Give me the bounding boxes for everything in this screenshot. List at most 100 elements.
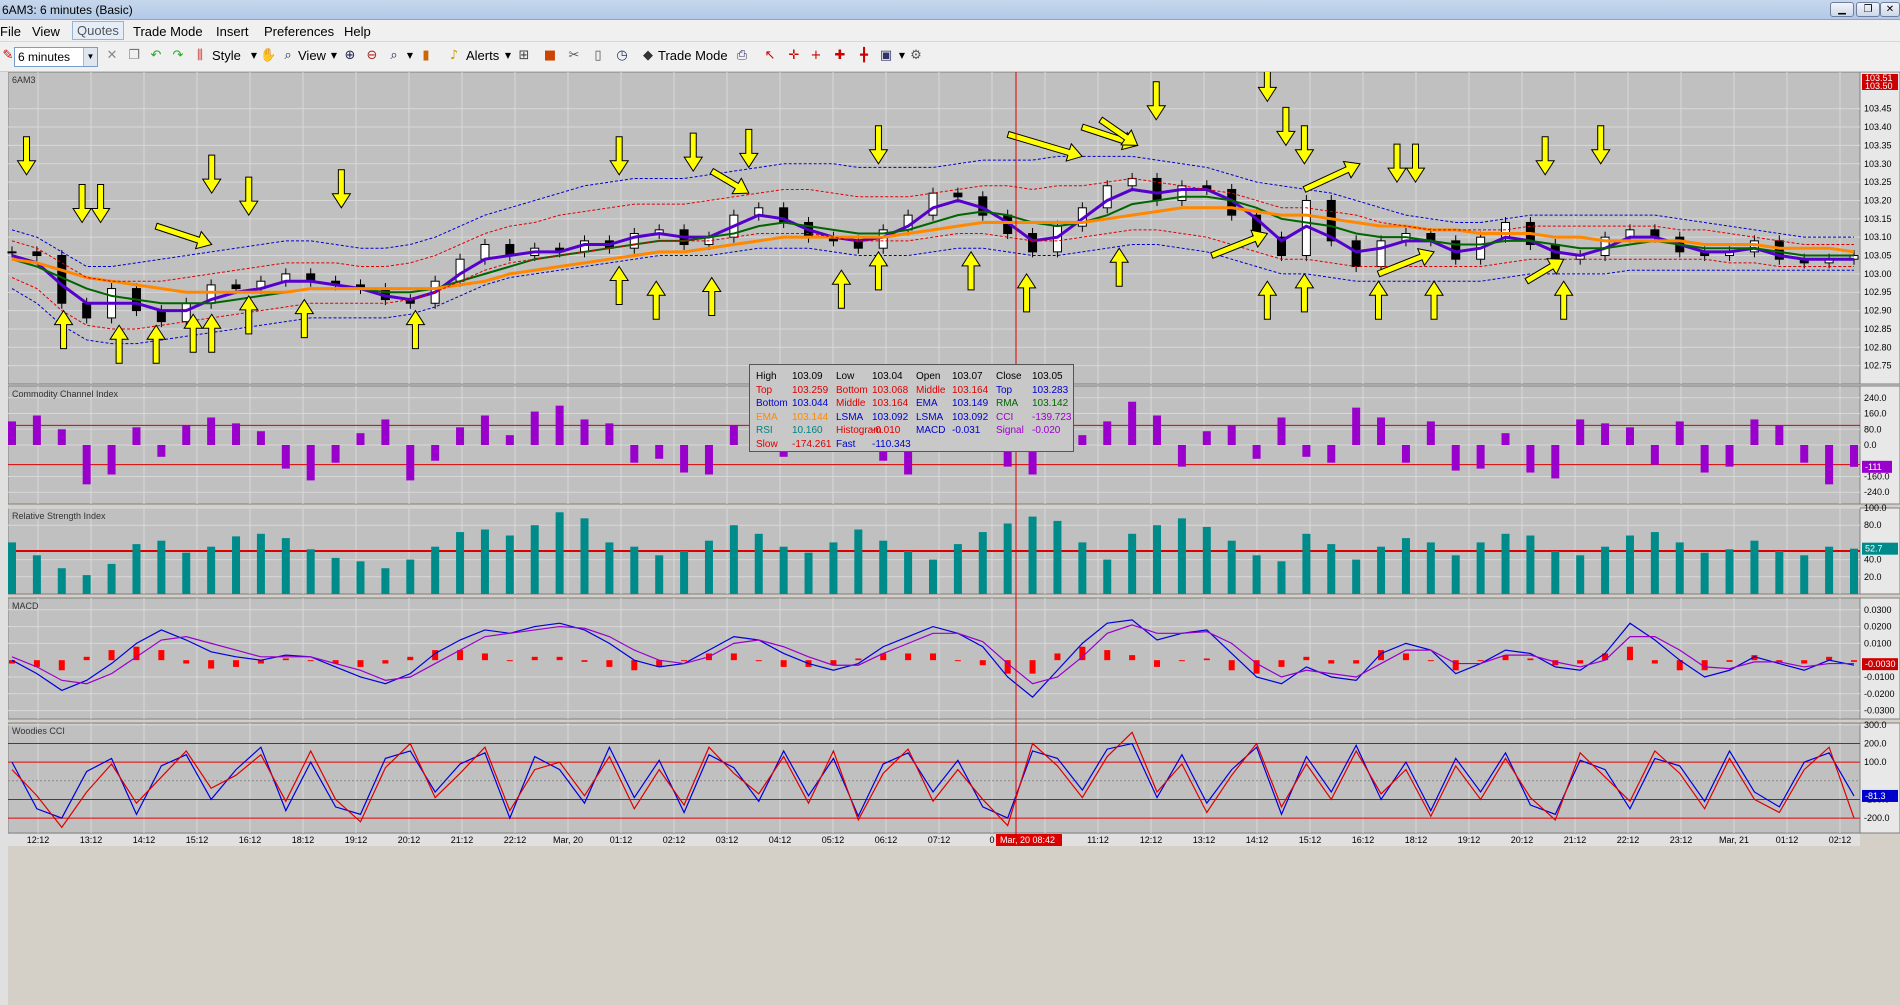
chevron-down-icon[interactable]: ▼ xyxy=(402,48,418,64)
cci-bar xyxy=(232,423,241,445)
rsi-bar xyxy=(232,536,241,594)
y-tick-label: 103.00 xyxy=(1864,269,1892,279)
bell-icon[interactable]: ♪ xyxy=(446,48,462,64)
page-icon[interactable]: ▯ xyxy=(590,48,606,64)
chart-area[interactable]: 12:12 13:12 14:12 15:12 16:12 18:12 19:12 20:12… xyxy=(0,72,1900,1005)
chevron-down-icon[interactable]: ▼ xyxy=(83,48,97,66)
macd-histogram-bar xyxy=(1228,660,1235,671)
zoom-icon[interactable]: ⌕ xyxy=(386,48,402,64)
interval-select[interactable]: 6 minutes ▼ xyxy=(14,47,98,67)
rsi-bar xyxy=(256,533,265,594)
color-icon[interactable]: ■ xyxy=(542,48,558,64)
cross-dot-icon[interactable]: ✚ xyxy=(832,48,848,64)
rsi-bar xyxy=(1725,549,1734,594)
data-box-label: Top xyxy=(756,384,773,396)
macd-histogram-bar xyxy=(1477,660,1484,662)
rsi-bar xyxy=(1850,548,1858,594)
window-icon[interactable]: ▣ xyxy=(878,48,894,64)
data-box-value: -0.010 xyxy=(872,425,901,436)
menu-trade-mode[interactable]: Trade Mode xyxy=(133,24,203,39)
cross-icon[interactable]: + xyxy=(808,48,824,64)
alerts-button[interactable]: Alerts xyxy=(466,48,499,63)
rsi-bar xyxy=(904,551,913,594)
undo-icon[interactable]: ↶ xyxy=(148,48,164,64)
cci-bar xyxy=(1750,419,1759,445)
x-tick-label: 15:12 xyxy=(1299,835,1322,845)
macd-histogram-bar xyxy=(1278,660,1285,667)
chevron-down-icon[interactable]: ▼ xyxy=(500,48,516,64)
cci-bar xyxy=(1277,417,1286,445)
y-tick-label: 103.25 xyxy=(1864,177,1892,187)
restore-icon[interactable]: ❐ xyxy=(1856,2,1880,17)
x-tick-label: 16:12 xyxy=(1352,835,1375,845)
crosshair-icon[interactable]: ✛ xyxy=(786,48,802,64)
y-tick-label: 103.30 xyxy=(1864,159,1892,169)
data-box-label: EMA xyxy=(756,411,778,423)
data-box-label: LSMA xyxy=(836,411,864,423)
macd-histogram-bar xyxy=(1303,656,1310,661)
print-icon[interactable]: ⎙ xyxy=(734,48,750,64)
trade-mode-button[interactable]: Trade Mode xyxy=(658,48,728,63)
redo-icon[interactable]: ↷ xyxy=(170,48,186,64)
pane-title: Relative Strength Index xyxy=(12,511,106,521)
pane-title: Commodity Channel Index xyxy=(12,389,119,399)
cross-lines-icon[interactable]: ╋ xyxy=(856,48,872,64)
rsi-bar xyxy=(406,559,415,594)
rsi-bar xyxy=(1153,525,1162,594)
y-tick-label: 100.0 xyxy=(1864,757,1887,767)
rsi-bar xyxy=(107,563,116,594)
zoom-in-icon[interactable]: ⊕ xyxy=(342,48,358,64)
view-icon[interactable]: ⌕ xyxy=(280,48,296,64)
pane-0 xyxy=(7,72,1861,385)
clock-icon[interactable]: ◷ xyxy=(614,48,630,64)
rsi-bar xyxy=(580,518,589,594)
x-tick-label: 01:12 xyxy=(1776,835,1799,845)
tree-icon[interactable]: ⊞ xyxy=(516,48,532,64)
rsi-bar xyxy=(729,525,738,594)
cci-bar xyxy=(1177,445,1186,467)
data-window: High 103.09 Low 103.04 Open 103.07 Close 103.05… xyxy=(749,364,1074,452)
style-icon[interactable]: ⫼ xyxy=(192,48,208,64)
cci-bar xyxy=(1601,423,1610,445)
pointer-icon[interactable]: ↖ xyxy=(762,48,778,64)
menu-file[interactable]: File xyxy=(0,24,21,39)
rsi-bar xyxy=(1576,555,1585,594)
rsi-bar xyxy=(82,575,91,594)
rsi-bar xyxy=(505,535,514,594)
view-button[interactable]: View xyxy=(298,48,326,63)
data-box-value: 103.164 xyxy=(872,398,909,409)
close-icon[interactable]: ✕ xyxy=(1880,2,1900,17)
y-tick-label: -0.0200 xyxy=(1864,689,1895,699)
menu-insert[interactable]: Insert xyxy=(216,24,249,39)
menu-quotes[interactable]: Quotes xyxy=(72,21,124,40)
pan-icon[interactable]: ✋ xyxy=(260,48,276,64)
settings-icon[interactable]: ⚙ xyxy=(908,48,924,64)
scissors-icon[interactable]: ✂ xyxy=(566,48,582,64)
rsi-bar xyxy=(1700,552,1709,594)
rsi-bar xyxy=(431,546,440,594)
cursor-label: Mar, 20 08:42 xyxy=(1000,835,1055,845)
x-tick-label: 12:12 xyxy=(27,835,50,845)
close-icon[interactable]: ✕ xyxy=(104,48,120,64)
menu-help[interactable]: Help xyxy=(344,24,371,39)
chevron-down-icon[interactable]: ▼ xyxy=(326,48,342,64)
trade-mode-icon[interactable]: ◆ xyxy=(640,48,656,64)
cci-bar xyxy=(1302,445,1311,457)
macd-histogram-bar xyxy=(954,660,961,662)
menu-preferences[interactable]: Preferences xyxy=(264,24,334,39)
zoom-out-icon[interactable]: ⊖ xyxy=(364,48,380,64)
minimize-icon[interactable]: ▁ xyxy=(1830,2,1854,17)
data-box-value: 103.068 xyxy=(872,384,909,396)
copy-icon[interactable]: ❐ xyxy=(126,48,142,64)
cci-bar xyxy=(480,415,489,445)
data-box-label: Signal xyxy=(996,425,1024,436)
style-button[interactable]: Style xyxy=(212,48,241,63)
bar-chart-icon[interactable]: ▮ xyxy=(418,48,434,64)
cci-bar xyxy=(1103,421,1112,445)
y-tick-label: 0.0300 xyxy=(1864,605,1892,615)
x-tick-label: 19:12 xyxy=(345,835,368,845)
data-box-value: 103.044 xyxy=(792,398,829,409)
rsi-bar xyxy=(306,549,315,594)
menu-view[interactable]: View xyxy=(32,24,60,39)
cci-bar xyxy=(655,445,664,459)
